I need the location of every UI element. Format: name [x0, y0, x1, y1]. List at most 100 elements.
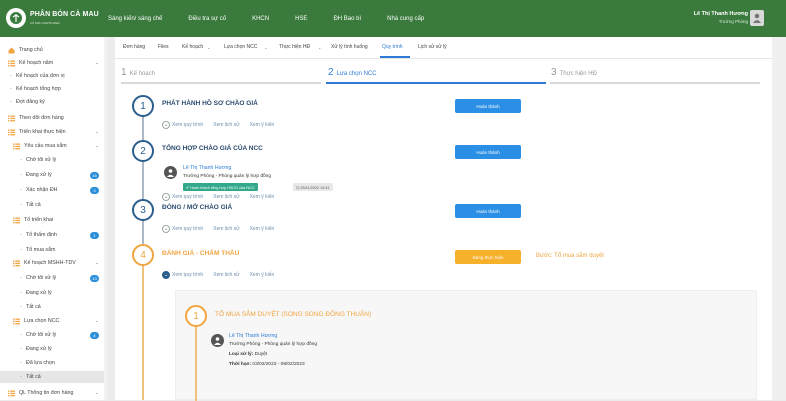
timestamp-badge: ◷ 25/11/2022 13:41 [293, 183, 333, 191]
sidebar-item[interactable]: - Chờ tôi xử lý 8 [0, 329, 107, 341]
in-progress-button[interactable]: Đang thực hiện [455, 250, 521, 264]
sub-timeline-line [195, 317, 197, 401]
list-icon [8, 115, 15, 122]
view-process-link[interactable]: Xem quy trình [172, 194, 203, 200]
main-scrollbar[interactable] [772, 37, 786, 400]
sidebar-item-label: Kế hoạch năm [19, 60, 54, 66]
person-name[interactable]: Lê Thị Thanh Hương [183, 165, 231, 171]
sidebar-item[interactable]: - Đang xử lý [0, 343, 107, 355]
topnav-item[interactable]: Nhà cung cấp [387, 16, 424, 22]
topnav-item[interactable]: Điều tra sự cố [188, 16, 226, 22]
sidebar-item[interactable]: - Đã lựa chọn [0, 357, 107, 369]
list-icon [8, 390, 15, 397]
sidebar-item-label: Kế hoạch tổng hợp [16, 86, 62, 92]
sidebar-item-label: Trang chủ [19, 47, 43, 53]
tab-files[interactable]: Files [158, 44, 169, 50]
step-select-supplier[interactable]: 2 Lựa chọn NCC [328, 67, 377, 78]
chevron-down-icon[interactable]: ⌄ [95, 60, 99, 66]
chevron-down-icon[interactable]: ⌄ [95, 129, 99, 135]
list-icon [13, 217, 20, 224]
complete-button[interactable]: Hoàn thành [455, 145, 521, 159]
user-avatar-icon[interactable] [750, 10, 764, 26]
chevron-down-icon[interactable]: ⌄ [95, 318, 99, 324]
chevron-down-icon[interactable]: ⌄ [318, 45, 321, 50]
sidebar-item[interactable]: - Kế hoạch của đơn vị [0, 70, 107, 82]
view-opinion-link[interactable]: Xem ý kiến [250, 122, 275, 128]
tab-plan[interactable]: Kế hoạch [182, 44, 203, 50]
view-history-link[interactable]: Xem lịch sử [213, 122, 239, 128]
sidebar-item[interactable]: - Chờ tôi xử lý [0, 154, 107, 166]
view-history-link[interactable]: Xem lịch sử [213, 226, 239, 232]
user-name[interactable]: Lê Thị Thanh Hương [694, 11, 748, 17]
view-process-link[interactable]: Xem quy trình [172, 122, 203, 128]
chevron-down-icon[interactable]: ⌄ [95, 143, 99, 149]
stage-links: ⌄ Xem quy trình Xem lịch sử Xem ý kiến [162, 271, 284, 279]
chevron-down-icon[interactable]: ⌄ [207, 45, 210, 50]
chevron-down-icon[interactable]: ⌄ [162, 121, 170, 129]
topnav-item[interactable]: ĐH Bao bì [333, 16, 361, 22]
sidebar-item-label: Tất cả [26, 374, 41, 380]
sidebar-item[interactable]: Kế hoạch MSHH-TDV ⌄ [0, 257, 107, 269]
topnav-item[interactable]: KHCN [252, 16, 269, 22]
sidebar-item-label: Đợt đăng ký [16, 99, 45, 105]
view-opinion-link[interactable]: Xem ý kiến [250, 226, 275, 232]
sidebar-item[interactable]: Tổ triển khai [0, 214, 107, 226]
chevron-down-icon[interactable]: ⌄ [95, 260, 99, 266]
sidebar-item[interactable]: - Tất cả [0, 371, 107, 383]
count-badge: 1 [90, 231, 99, 239]
count-badge: 16 [90, 171, 99, 179]
sidebar-item[interactable]: Lựa chọn NCC ⌄ [0, 315, 107, 327]
stage-links: ⌄ Xem quy trình Xem lịch sử Xem ý kiến [162, 193, 284, 201]
sidebar-item[interactable]: - Kế hoạch tổng hợp [0, 83, 107, 95]
sidebar-item[interactable]: - Đang xử lý 16 [0, 169, 107, 181]
tab-history[interactable]: Lịch sử xử lý [418, 44, 447, 50]
sidebar-item[interactable]: - Tất cả [0, 199, 107, 211]
brand-name: PHÂN BÓN CÀ MAU [30, 11, 99, 18]
tab-situation[interactable]: Xử lý tình huống [331, 44, 368, 50]
status-badge: ✔ Hoàn thành tổng hợp HSCG của NCC [183, 183, 258, 191]
view-opinion-link[interactable]: Xem ý kiến [250, 194, 275, 200]
sidebar-item-label: Tổ triển khai [24, 217, 54, 223]
chevron-down-icon[interactable]: ⌄ [162, 271, 170, 279]
view-history-link[interactable]: Xem lịch sử [213, 194, 239, 200]
sidebar-item[interactable]: - Tổ thẩm định 1 [0, 229, 107, 241]
complete-button[interactable]: Hoàn thành [455, 99, 521, 113]
view-process-link[interactable]: Xem quy trình [172, 272, 203, 278]
sidebar-item[interactable]: QL Thông tin đơn hàng ⌄ [0, 387, 107, 399]
person-name[interactable]: Lê Thị Thanh Hương [229, 333, 277, 339]
sidebar-item[interactable]: - Tổ mua sắm [0, 244, 107, 256]
sidebar-item[interactable]: Theo dõi đơn hàng [0, 112, 107, 124]
chevron-down-icon[interactable]: ⌄ [95, 390, 99, 396]
tab-contract[interactable]: Thực hiện HĐ [279, 44, 310, 50]
chevron-down-icon[interactable]: ⌄ [162, 193, 170, 201]
sidebar-item[interactable]: - Đang xử lý [0, 287, 107, 299]
step-plan[interactable]: 1 Kế hoạch [121, 67, 155, 78]
topnav-item[interactable]: HSE [295, 16, 307, 22]
sidebar-item[interactable]: - Chờ tôi xử lý 13 [0, 272, 107, 284]
sidebar-item[interactable]: - Đợt đăng ký [0, 96, 107, 108]
view-history-link[interactable]: Xem lịch sử [213, 272, 239, 278]
list-icon [8, 129, 15, 136]
topnav-item[interactable]: Sáng kiến/ sáng chế [108, 16, 162, 22]
sidebar-item[interactable]: Triển khai thực hiện ⌄ [0, 126, 107, 138]
view-opinion-link[interactable]: Xem ý kiến [250, 272, 275, 278]
step-line-active [326, 82, 546, 84]
complete-button[interactable]: Hoàn thành [455, 204, 521, 218]
tab-orders[interactable]: Đơn hàng [123, 44, 145, 50]
current-step-note: Bước: Tổ mua sắm duyệt [536, 253, 604, 259]
chevron-down-icon[interactable]: ⌄ [162, 225, 170, 233]
sidebar-item[interactable]: - Tất cả [0, 301, 107, 313]
sidebar-scrollbar[interactable] [104, 37, 107, 400]
chevron-down-icon[interactable]: ⌄ [264, 45, 267, 50]
logo-icon[interactable] [6, 8, 26, 28]
sidebar-item[interactable]: - Xác nhận ĐH 3 [0, 184, 107, 196]
tab-process[interactable]: Quy trình [382, 44, 403, 50]
sidebar-item[interactable]: Trang chủ [0, 44, 107, 56]
stage-links: ⌄ Xem quy trình Xem lịch sử Xem ý kiến [162, 121, 284, 129]
sidebar-item[interactable]: Yêu cầu mua sắm ⌄ [0, 140, 107, 152]
view-process-link[interactable]: Xem quy trình [172, 226, 203, 232]
tab-select-supplier[interactable]: Lựa chọn NCC [224, 44, 257, 50]
step-contract[interactable]: 3 Thực hiện HĐ [551, 67, 597, 78]
sidebar-item-label: Yêu cầu mua sắm [24, 143, 67, 149]
sidebar-item[interactable]: Kế hoạch năm ⌄ [0, 57, 107, 69]
